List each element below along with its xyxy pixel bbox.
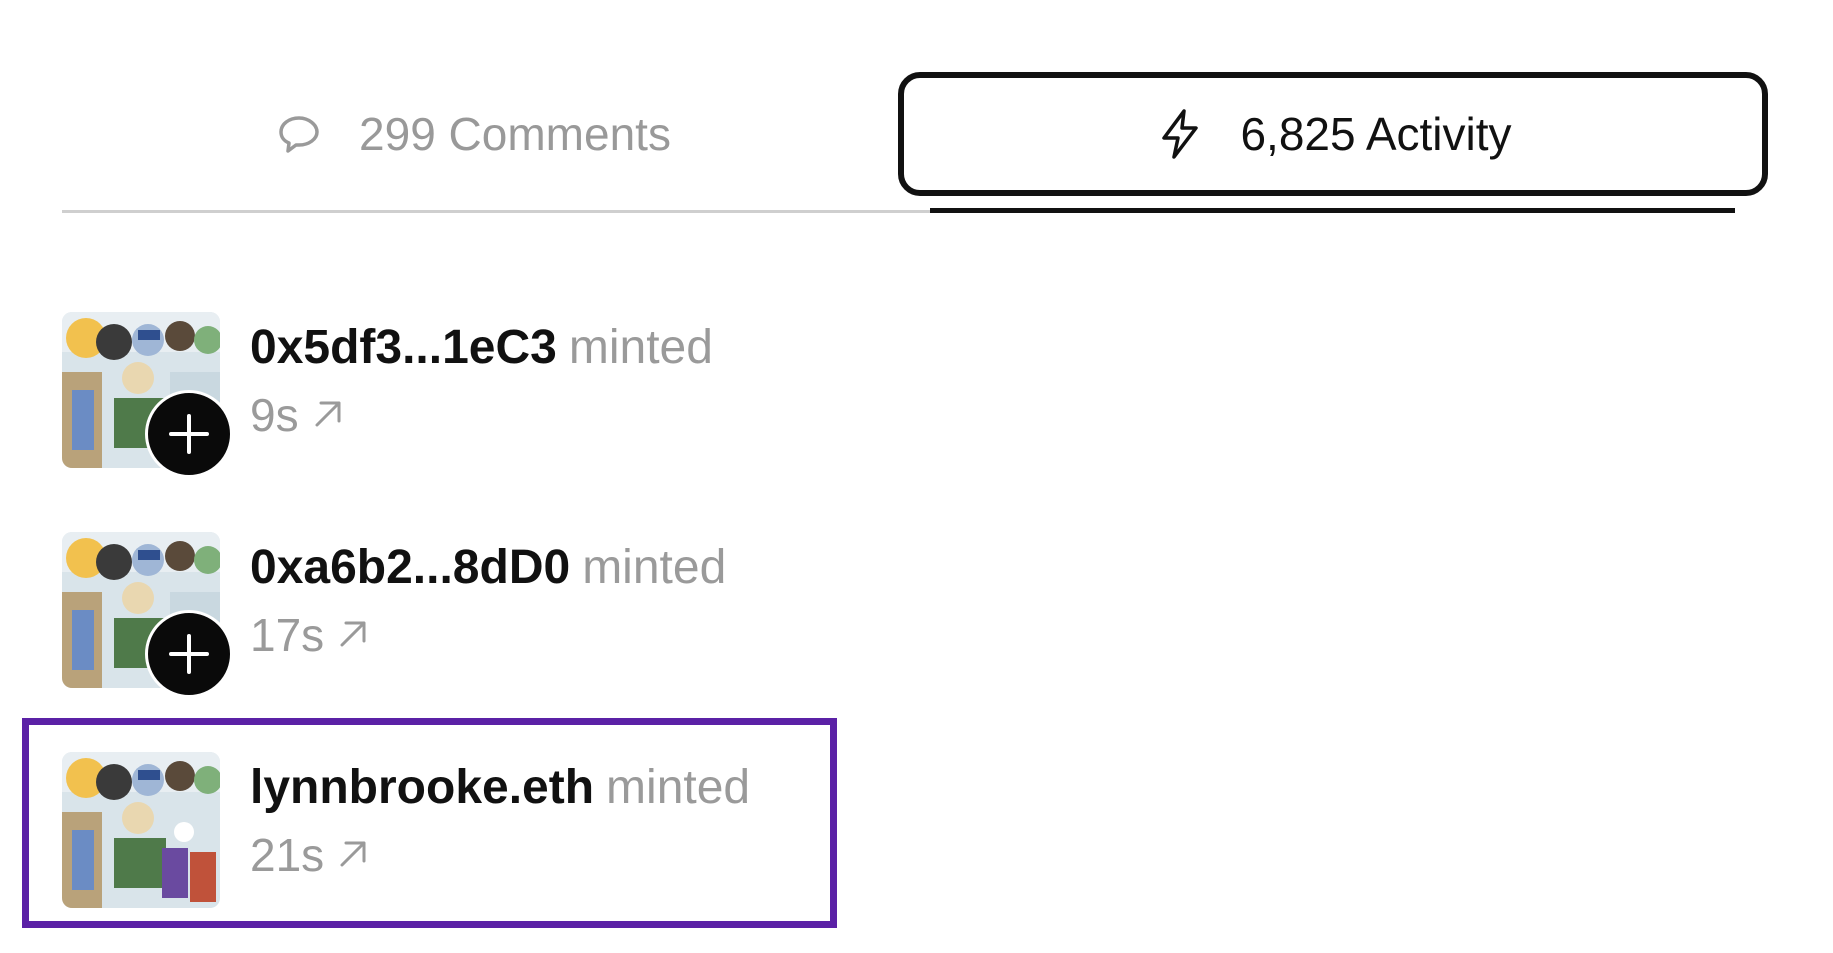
- tab-bar: 299 Comments 6,825 Activity: [62, 72, 1768, 213]
- arrow-up-right-icon: [311, 388, 345, 442]
- time-ago: 21s: [250, 829, 325, 881]
- plus-icon[interactable]: [145, 610, 233, 698]
- arrow-up-right-icon: [336, 828, 370, 882]
- actor-name[interactable]: 0x5df3...1eC3: [250, 321, 557, 374]
- activity-meta: 17s: [250, 608, 370, 662]
- actor-name[interactable]: 0xa6b2...8dD0: [250, 541, 570, 594]
- action-verb: minted: [582, 541, 727, 594]
- transaction-link[interactable]: 9s: [250, 388, 345, 442]
- action-verb: minted: [568, 321, 713, 374]
- activity-text: 0xa6b2...8dD0 minted: [250, 540, 726, 595]
- arrow-up-right-icon: [336, 608, 370, 662]
- active-tab-indicator: [930, 208, 1735, 213]
- speech-bubble-icon: [273, 108, 325, 160]
- tab-comments-label: 299 Comments: [359, 108, 671, 160]
- action-verb: minted: [606, 761, 751, 814]
- activity-item[interactable]: lynnbrooke.eth minted 21s: [0, 740, 900, 915]
- activity-panel: 299 Comments 6,825 Activity 0x5df3...1eC…: [0, 0, 1833, 953]
- tab-activity[interactable]: 6,825 Activity: [898, 72, 1768, 196]
- plus-icon[interactable]: [145, 390, 233, 478]
- tab-activity-label: 6,825 Activity: [1240, 108, 1512, 160]
- transaction-link[interactable]: 17s: [250, 608, 370, 662]
- time-ago: 17s: [250, 609, 325, 661]
- activity-meta: 21s: [250, 828, 370, 882]
- nft-thumbnail[interactable]: [62, 752, 220, 908]
- tab-comments[interactable]: 299 Comments: [62, 72, 882, 196]
- transaction-link[interactable]: 21s: [250, 828, 370, 882]
- time-ago: 9s: [250, 389, 299, 441]
- activity-meta: 9s: [250, 388, 345, 442]
- activity-text: 0x5df3...1eC3 minted: [250, 320, 713, 375]
- actor-name[interactable]: lynnbrooke.eth: [250, 761, 594, 814]
- activity-text: lynnbrooke.eth minted: [250, 760, 750, 815]
- lightning-bolt-icon: [1154, 108, 1206, 160]
- activity-item[interactable]: 0x5df3...1eC3 minted 9s: [0, 300, 900, 478]
- activity-item[interactable]: 0xa6b2...8dD0 minted 17s: [0, 520, 900, 698]
